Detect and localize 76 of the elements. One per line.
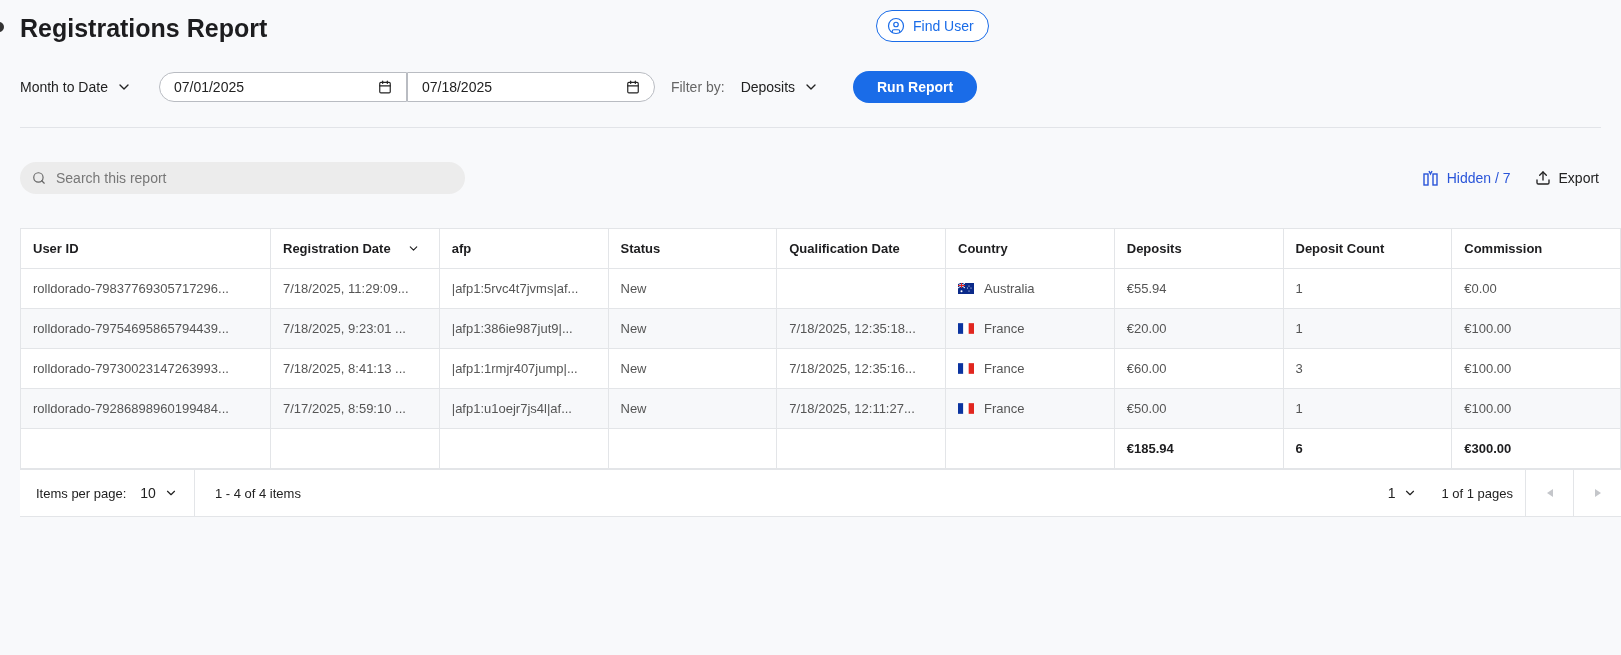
search-field[interactable]: Search this report	[20, 162, 465, 194]
hidden-columns-button[interactable]: Hidden / 7	[1422, 170, 1511, 186]
total-cell: €300.00	[1452, 429, 1621, 469]
calendar-icon	[377, 80, 392, 94]
table-cell: New	[608, 389, 778, 429]
column-header[interactable]: Country	[946, 229, 1115, 269]
export-button[interactable]: Export	[1534, 170, 1599, 186]
column-header[interactable]: Deposits	[1114, 229, 1284, 269]
table-cell: €60.00	[1114, 349, 1284, 389]
calendar-icon	[625, 80, 640, 94]
table-cell: rolldorado-79754695865794439...	[21, 309, 271, 349]
search-icon	[32, 171, 46, 185]
table-cell: |afp1:5rvc4t7jvms|af...	[439, 269, 609, 309]
country-name: France	[984, 361, 1025, 376]
find-user-button[interactable]: Find User	[876, 10, 989, 42]
column-header[interactable]: Registration Date	[271, 229, 440, 269]
page-title: Registrations Report	[20, 14, 269, 43]
column-header[interactable]: Commission	[1452, 229, 1621, 269]
australia-flag-icon	[958, 283, 974, 294]
total-cell: €185.94	[1114, 429, 1284, 469]
column-header[interactable]: User ID	[21, 229, 271, 269]
table-cell: €0.00	[1452, 269, 1621, 309]
country-name: France	[984, 401, 1025, 416]
table-cell: 7/18/2025, 9:23:01 ...	[271, 309, 440, 349]
column-header[interactable]: Qualification Date	[777, 229, 946, 269]
upload-icon	[1534, 170, 1551, 186]
table-cell: 3	[1283, 349, 1453, 389]
run-report-button[interactable]: Run Report	[853, 71, 978, 103]
table-cell: 1	[1283, 269, 1453, 309]
france-flag-icon	[958, 363, 974, 374]
right-triangle-icon	[1594, 489, 1601, 497]
table-cell: 7/18/2025, 12:35:18...	[777, 309, 946, 349]
table-cell: €100.00	[1452, 389, 1621, 429]
total-cell: 6	[1283, 429, 1453, 469]
table-cell: |afp1:386ie987jut9|...	[439, 309, 609, 349]
table-cell: 7/18/2025, 12:11:27...	[777, 389, 946, 429]
user-icon	[887, 17, 905, 35]
items-range-text: 1 - 4 of 4 items	[214, 485, 302, 501]
table-cell: €20.00	[1114, 309, 1284, 349]
start-date-field[interactable]: 07/01/2025	[158, 72, 407, 102]
end-date-field[interactable]: 07/18/2025	[406, 72, 655, 102]
page-count-text: 1 of 1 pages	[1441, 485, 1513, 501]
table-cell: New	[608, 309, 778, 349]
table-cell: 7/18/2025, 12:35:16...	[777, 349, 946, 389]
table-cell: €100.00	[1452, 309, 1621, 349]
search-input[interactable]: Search this report	[54, 169, 453, 187]
table-cell: rolldorado-79286898960199484...	[21, 389, 271, 429]
items-per-page-dropdown[interactable]: 10	[140, 485, 178, 501]
table-cell: New	[608, 269, 778, 309]
date-range-dropdown[interactable]: Month to Date	[20, 79, 132, 95]
column-header[interactable]: Status	[608, 229, 778, 269]
left-triangle-icon	[1546, 489, 1553, 497]
filter-dropdown[interactable]: Deposits	[740, 79, 820, 95]
country-name: France	[984, 321, 1025, 336]
table-cell: 1	[1283, 309, 1453, 349]
table-cell: rolldorado-79730023147263993...	[21, 349, 271, 389]
table-cell: €50.00	[1114, 389, 1284, 429]
filter-label: Filter by:	[670, 79, 725, 95]
table-cell: €55.94	[1114, 269, 1284, 309]
table-cell: 1	[1283, 389, 1453, 429]
column-header[interactable]: Deposit Count	[1283, 229, 1453, 269]
table-cell: New	[608, 349, 778, 389]
france-flag-icon	[958, 403, 974, 414]
table-cell: 7/18/2025, 8:41:13 ...	[271, 349, 440, 389]
france-flag-icon	[958, 323, 974, 334]
country-name: Australia	[984, 281, 1035, 296]
table-cell: 7/18/2025, 11:29:09...	[271, 269, 440, 309]
table-cell: €100.00	[1452, 349, 1621, 389]
table-cell: rolldorado-79837769305717296...	[21, 269, 271, 309]
table-cell: 7/17/2025, 8:59:10 ...	[271, 389, 440, 429]
column-header[interactable]: afp	[439, 229, 609, 269]
items-per-page-label: Items per page:	[36, 485, 127, 501]
table-cell: |afp1:1rmjr407jump|...	[439, 349, 609, 389]
columns-icon	[1422, 170, 1439, 186]
page-dropdown[interactable]: 1	[1387, 485, 1418, 501]
table-cell: |afp1:u1oejr7js4l|af...	[439, 389, 609, 429]
